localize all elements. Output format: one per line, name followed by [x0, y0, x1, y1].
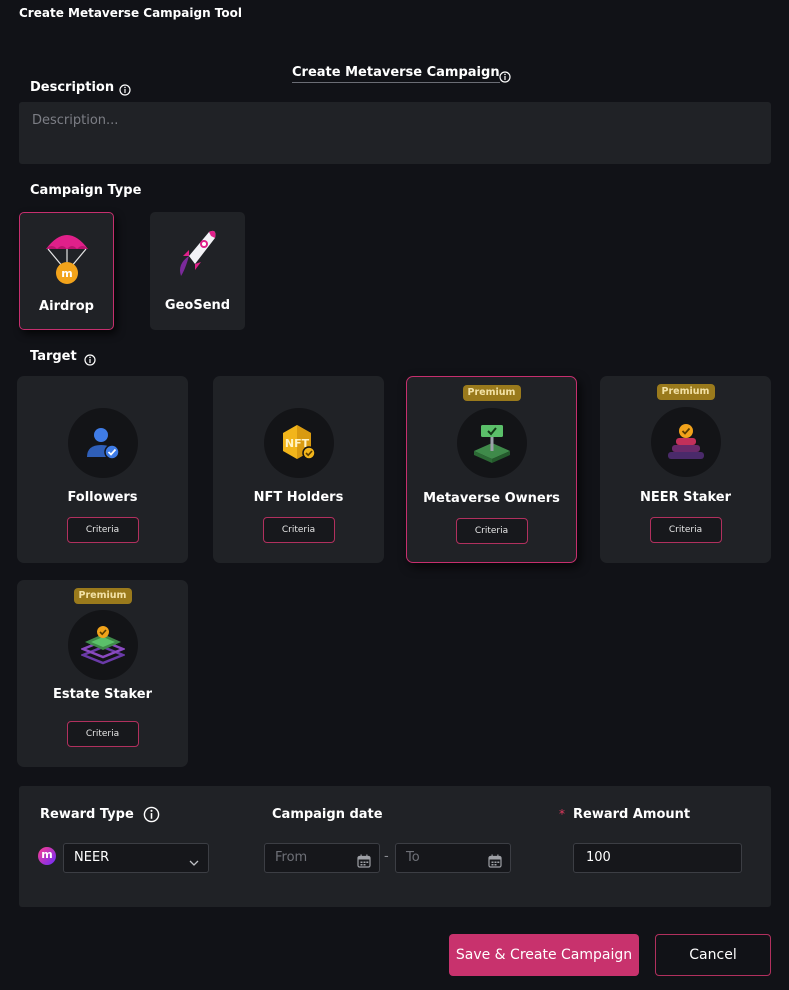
parachute-icon: m: [44, 227, 90, 289]
campaign-type-label: Campaign Type: [30, 183, 142, 198]
date-to-input[interactable]: To: [395, 843, 511, 873]
svg-text:m: m: [61, 267, 72, 280]
estate-layers-icon: [67, 610, 138, 680]
reward-type-select[interactable]: NEER: [63, 843, 209, 873]
reward-panel: Reward Type m NEER Campaign date From - …: [19, 786, 771, 907]
criteria-button[interactable]: Criteria: [262, 517, 335, 543]
calendar-icon[interactable]: [488, 851, 502, 879]
target-card-metaverse-owners[interactable]: Premium Metaverse Owners Criteria: [406, 376, 577, 563]
coin-stack-icon: [650, 407, 721, 477]
date-from-input[interactable]: From: [264, 843, 380, 873]
target-card-label: NEER Staker: [639, 490, 732, 505]
app-title: Create Metaverse Campaign Tool: [19, 6, 242, 20]
save-create-campaign-button[interactable]: Save & Create Campaign: [449, 934, 639, 976]
description-input[interactable]: Description...: [19, 102, 771, 164]
campaign-type-airdrop[interactable]: m Airdrop: [19, 212, 114, 330]
target-card-label: Metaverse Owners: [423, 491, 560, 506]
target-card-followers[interactable]: Followers Criteria: [17, 376, 188, 563]
criteria-button[interactable]: Criteria: [649, 517, 722, 543]
date-to-placeholder: To: [406, 850, 420, 865]
nft-badge-icon: NFT: [263, 408, 334, 478]
form-title: Create Metaverse Campaign: [292, 65, 500, 83]
cancel-button[interactable]: Cancel: [655, 934, 771, 976]
chevron-down-icon: [188, 852, 200, 880]
target-card-estate-staker[interactable]: Premium Estate Staker Criteria: [17, 580, 188, 767]
rocket-icon: [175, 226, 221, 286]
reward-type-info-icon[interactable]: [143, 806, 160, 827]
campaign-type-label-geosend: GeoSend: [164, 298, 231, 313]
campaign-date-label: Campaign date: [272, 807, 383, 822]
reward-amount-input[interactable]: 100: [573, 843, 742, 873]
neer-token-logo: m: [38, 847, 56, 865]
target-card-nft-holders[interactable]: NFT NFT Holders Criteria: [213, 376, 384, 563]
user-verified-icon: [67, 408, 138, 478]
target-card-label: Followers: [67, 490, 138, 505]
target-card-neer-staker[interactable]: Premium NEER Staker Criteria: [600, 376, 771, 563]
calendar-icon[interactable]: [357, 851, 371, 879]
target-label: Target: [30, 349, 77, 364]
land-sign-icon: [456, 408, 527, 478]
date-separator: -: [384, 849, 389, 864]
info-icon[interactable]: [499, 68, 511, 87]
premium-badge: Premium: [656, 384, 715, 400]
target-card-label: Estate Staker: [52, 687, 153, 702]
description-info-icon[interactable]: [119, 81, 131, 100]
description-label: Description: [30, 80, 115, 95]
campaign-type-label-airdrop: Airdrop: [39, 299, 94, 314]
premium-badge: Premium: [73, 588, 132, 604]
required-asterisk: *: [559, 807, 565, 821]
campaign-type-geosend[interactable]: GeoSend: [150, 212, 245, 330]
target-info-icon[interactable]: [84, 351, 96, 370]
reward-type-label: Reward Type: [40, 807, 134, 822]
reward-type-value: NEER: [74, 850, 110, 865]
premium-badge: Premium: [462, 385, 521, 401]
date-from-placeholder: From: [275, 850, 308, 865]
criteria-button[interactable]: Criteria: [66, 721, 139, 747]
reward-amount-label: Reward Amount: [573, 807, 691, 822]
criteria-button[interactable]: Criteria: [66, 517, 139, 543]
criteria-button[interactable]: Criteria: [455, 518, 528, 544]
target-card-label: NFT Holders: [253, 490, 344, 505]
